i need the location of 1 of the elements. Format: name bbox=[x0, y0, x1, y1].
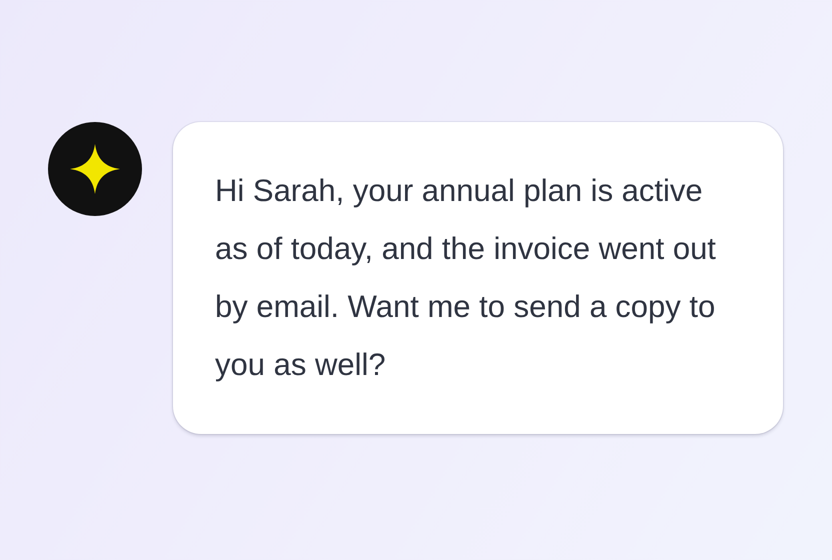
message-text: Hi Sarah, your annual plan is active as of today, and the invoice went out by email. Want me to send a copy to you as well? bbox=[215, 172, 717, 384]
